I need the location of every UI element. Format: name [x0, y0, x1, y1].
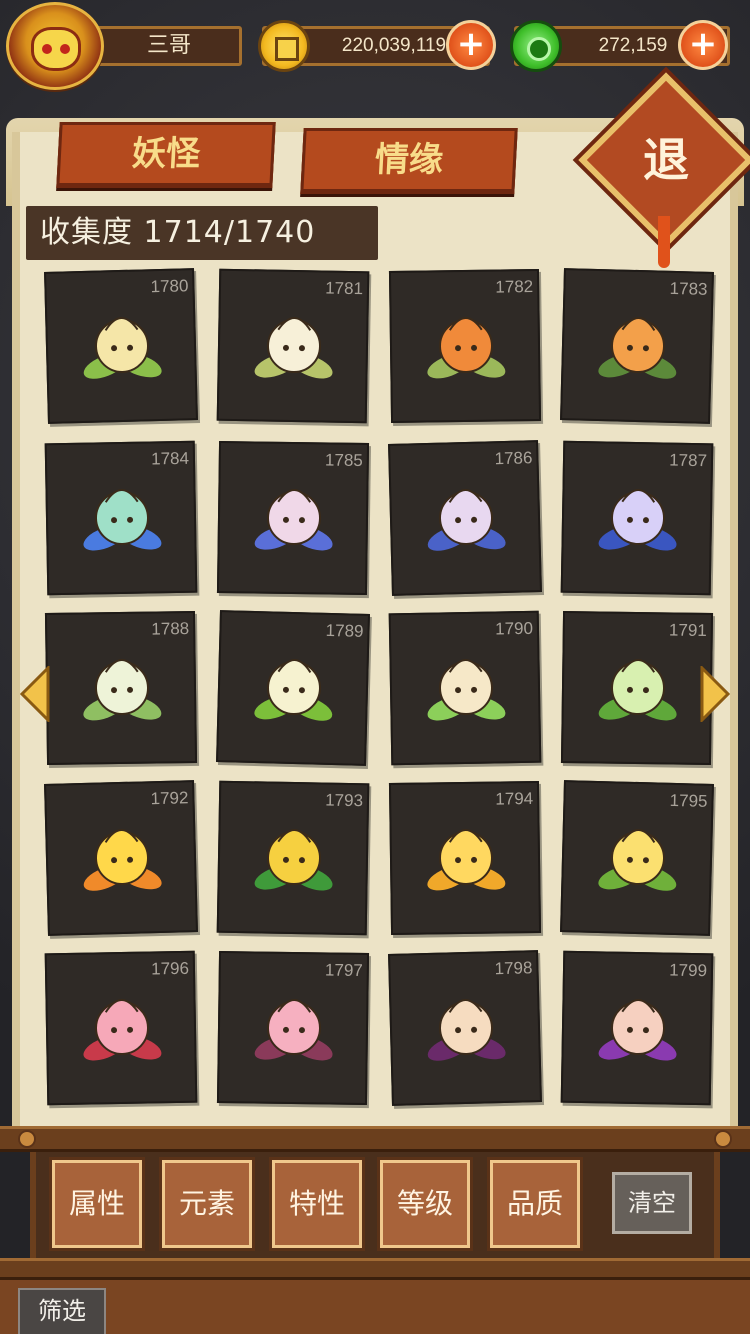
- monster-number: 1780: [150, 276, 189, 297]
- monster-number: 1784: [150, 448, 190, 469]
- monster-portrait-icon: [83, 659, 162, 721]
- monster-card[interactable]: 1799: [560, 950, 714, 1106]
- monster-portrait-icon: [427, 317, 506, 379]
- monster-portrait-icon: [598, 999, 677, 1061]
- monster-number: 1789: [325, 620, 364, 641]
- monster-number: 1799: [669, 960, 708, 981]
- collection-count: 1714/1740: [143, 215, 316, 250]
- monster-number: 1783: [669, 278, 708, 299]
- clear-button[interactable]: 清空: [612, 1172, 692, 1234]
- monster-card[interactable]: 1796: [44, 950, 198, 1106]
- filter-tab[interactable]: 筛选: [18, 1288, 106, 1334]
- filter-element-button[interactable]: 元素: [162, 1160, 252, 1248]
- monster-portrait-icon: [254, 317, 333, 379]
- exit-label: 退: [643, 133, 689, 187]
- monster-card[interactable]: 1789: [216, 610, 370, 766]
- monster-number: 1795: [669, 790, 708, 811]
- monster-number: 1796: [150, 958, 190, 979]
- monster-portrait-icon: [598, 317, 677, 379]
- monster-portrait-icon: [598, 489, 677, 551]
- jade-icon: [510, 20, 562, 72]
- monster-card[interactable]: 1785: [216, 440, 370, 596]
- monster-portrait-icon: [427, 829, 506, 891]
- filter-quality-button[interactable]: 品质: [490, 1160, 580, 1248]
- monster-card[interactable]: 1792: [44, 780, 198, 936]
- peg: [714, 1130, 732, 1148]
- monster-card[interactable]: 1791: [560, 610, 714, 766]
- monster-number: 1782: [495, 277, 534, 297]
- monster-number: 1786: [494, 448, 533, 469]
- monster-portrait-icon: [427, 998, 506, 1061]
- monster-number: 1785: [324, 450, 363, 470]
- bottom-floor: [0, 1280, 750, 1334]
- monster-number: 1798: [494, 958, 533, 979]
- monster-portrait-icon: [254, 829, 333, 891]
- filter-attribute-button[interactable]: 属性: [52, 1160, 142, 1248]
- monster-card[interactable]: 1782: [388, 268, 542, 424]
- add-coin-button[interactable]: +: [446, 20, 496, 70]
- filter-level-button[interactable]: 等级: [380, 1160, 470, 1248]
- monster-portrait-icon: [427, 488, 506, 551]
- monster-card[interactable]: 1798: [388, 950, 542, 1106]
- monster-portrait-icon: [254, 659, 333, 721]
- monster-number: 1790: [494, 618, 534, 639]
- monster-card[interactable]: 1788: [44, 610, 198, 766]
- monster-card[interactable]: 1783: [560, 268, 714, 424]
- monster-card[interactable]: 1784: [44, 440, 198, 596]
- bottom-rod: [0, 1126, 750, 1152]
- monster-number: 1781: [325, 278, 364, 299]
- arrow-right-icon[interactable]: [700, 666, 730, 722]
- avatar[interactable]: [6, 2, 104, 90]
- bottom-rod: [0, 1258, 750, 1280]
- monster-card[interactable]: 1787: [560, 440, 714, 596]
- monster-grid: 1780 1781 1782 1783 1784 1785 1786 1787 1788 1789…: [44, 268, 716, 1110]
- monster-number: 1791: [668, 620, 707, 640]
- monster-card[interactable]: 1780: [44, 268, 198, 424]
- monster-portrait-icon: [83, 999, 162, 1061]
- monster-card[interactable]: 1793: [216, 780, 370, 936]
- monster-portrait-icon: [598, 659, 677, 721]
- monster-number: 1792: [150, 788, 189, 809]
- player-name: 三哥: [96, 26, 242, 66]
- collection-label: 收集度: [40, 215, 133, 250]
- monster-portrait-icon: [83, 316, 162, 379]
- monster-portrait-icon: [427, 659, 506, 721]
- top-resource-bar: 三哥 220,039,119 + 272,159 +: [0, 0, 750, 96]
- monster-number: 1794: [495, 789, 534, 809]
- monster-portrait-icon: [598, 829, 677, 891]
- monster-card[interactable]: 1781: [216, 268, 370, 424]
- demon-mask-icon: [31, 27, 81, 71]
- monster-portrait-icon: [83, 489, 162, 551]
- monster-number: 1788: [151, 619, 190, 639]
- gold-coin-icon: [258, 20, 310, 72]
- monster-portrait-icon: [254, 999, 333, 1061]
- tab-monsters[interactable]: 妖怪: [56, 122, 276, 188]
- monster-number: 1793: [325, 790, 364, 811]
- collection-progress: 收集度 1714/1740: [26, 206, 378, 260]
- monster-card[interactable]: 1797: [216, 950, 370, 1106]
- monster-portrait-icon: [83, 828, 162, 891]
- monster-card[interactable]: 1790: [388, 610, 542, 766]
- monster-card[interactable]: 1786: [388, 440, 542, 596]
- monster-portrait-icon: [254, 489, 333, 551]
- monster-card[interactable]: 1794: [388, 780, 542, 936]
- monster-number: 1787: [669, 450, 708, 471]
- tab-affinity[interactable]: 情缘: [300, 128, 518, 194]
- tassel-icon: [658, 216, 670, 268]
- arrow-left-icon[interactable]: [20, 666, 50, 722]
- monster-number: 1797: [324, 960, 363, 980]
- monster-card[interactable]: 1795: [560, 780, 714, 936]
- add-jade-button[interactable]: +: [678, 20, 728, 70]
- peg: [18, 1130, 36, 1148]
- filter-trait-button[interactable]: 特性: [272, 1160, 362, 1248]
